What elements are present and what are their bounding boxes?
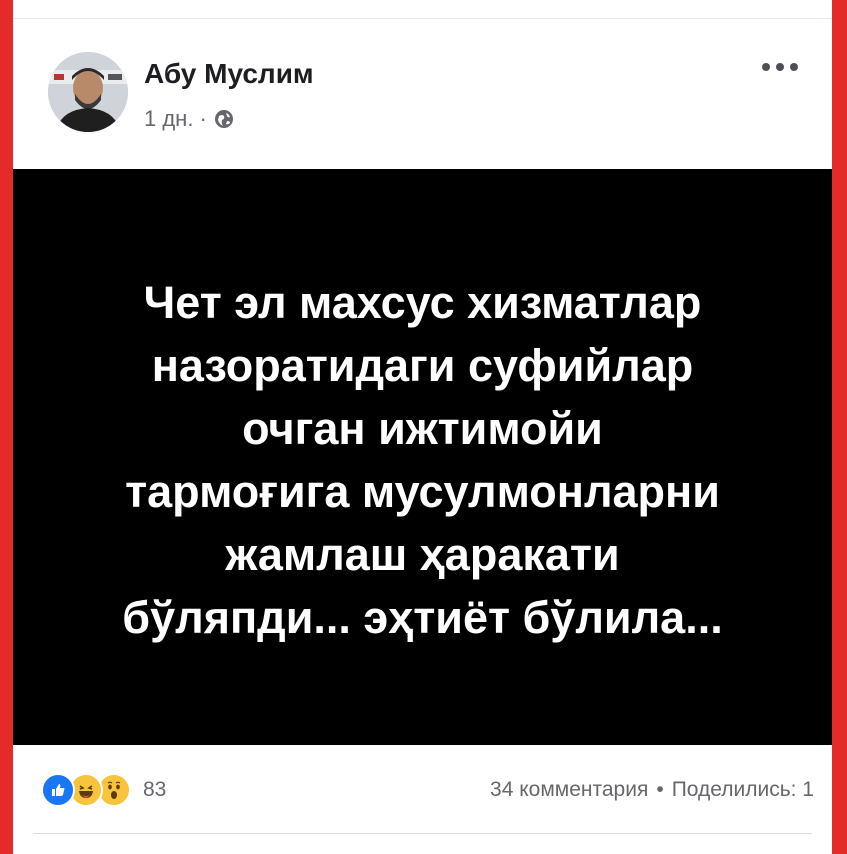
- stats-separator: •: [656, 778, 664, 801]
- image-text-line: Чет эл махсус хизматлар: [143, 277, 702, 328]
- globe-icon: [213, 108, 235, 130]
- avatar[interactable]: [48, 52, 128, 132]
- post-image-text: Чет эл махсус хизматлар назоратидаги суф…: [53, 271, 792, 649]
- image-text-line: назоратидаги суфийлар: [151, 340, 694, 391]
- image-text-line: очган ижтимойи: [242, 403, 603, 454]
- like-icon: [41, 773, 75, 807]
- more-dots-icon[interactable]: [762, 58, 798, 76]
- post-footer: 83 34 комментария • Поделились: 1: [13, 745, 832, 854]
- post-meta: 1 дн. ·: [144, 106, 235, 132]
- post-image[interactable]: Чет эл махсус хизматлар назоратидаги суф…: [13, 169, 832, 745]
- author-name[interactable]: Абу Муслим: [144, 58, 314, 90]
- shares-count[interactable]: Поделились: 1: [672, 778, 814, 802]
- top-divider: [13, 18, 832, 19]
- reaction-icons: [41, 773, 131, 807]
- footer-divider: [33, 833, 812, 834]
- image-text-line: тармоғига мусулмонларни: [125, 466, 720, 517]
- avatar-photo: [48, 52, 128, 132]
- post-card: Абу Муслим 1 дн. · Чет эл махсус хизматл…: [13, 0, 832, 854]
- frame-left-border: [0, 0, 13, 854]
- post-header: Абу Муслим 1 дн. ·: [31, 44, 816, 144]
- frame-right-border: [832, 0, 847, 854]
- reactions-summary[interactable]: 83: [41, 773, 166, 807]
- comments-count[interactable]: 34 комментария: [490, 778, 648, 802]
- post-stats: 34 комментария • Поделились: 1: [490, 778, 814, 802]
- image-text-line: бўляпди... эҳтиёт бўлила...: [122, 592, 723, 643]
- meta-separator: ·: [199, 106, 207, 131]
- reaction-count: 83: [143, 778, 167, 801]
- image-text-line: жамлаш ҳаракати: [225, 529, 620, 580]
- post-time[interactable]: 1 дн.: [144, 106, 193, 132]
